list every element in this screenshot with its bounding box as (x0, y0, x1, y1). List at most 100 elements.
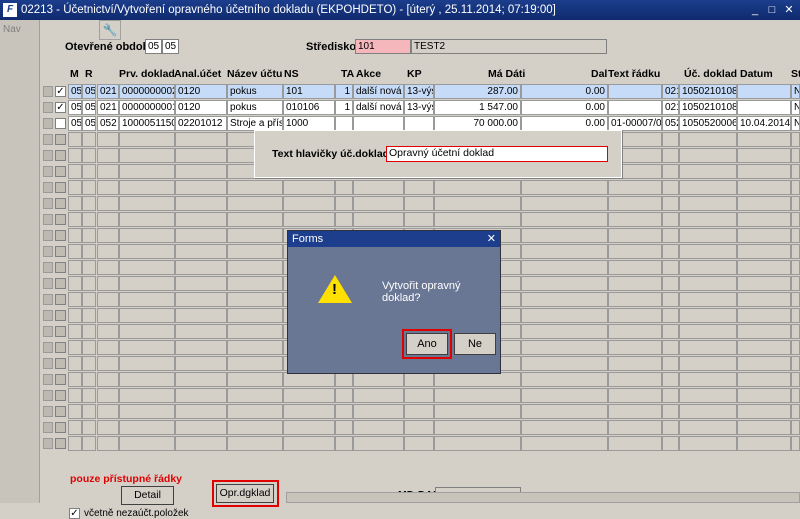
table-cell[interactable]: 01-00007/00( (608, 116, 662, 131)
table-cell[interactable]: 70 000.00 (434, 116, 521, 131)
table-cell[interactable] (283, 420, 335, 435)
table-cell[interactable]: 021 (97, 100, 119, 115)
table-cell[interactable] (227, 260, 283, 275)
row-indicator[interactable] (43, 198, 53, 209)
table-cell[interactable] (737, 212, 791, 227)
row-checkbox[interactable] (55, 198, 66, 209)
table-cell[interactable]: 0120 (175, 84, 227, 99)
table-cell[interactable]: Ne (791, 116, 800, 131)
table-cell[interactable] (97, 324, 119, 339)
table-cell[interactable] (404, 116, 434, 131)
table-cell[interactable] (68, 292, 82, 307)
table-cell[interactable] (175, 132, 227, 147)
table-cell[interactable]: Ne (791, 100, 800, 115)
row-indicator[interactable] (43, 294, 53, 305)
table-cell[interactable] (82, 292, 96, 307)
table-row[interactable] (41, 404, 800, 420)
row-indicator[interactable] (43, 102, 53, 113)
table-cell[interactable] (335, 420, 353, 435)
table-cell[interactable] (521, 324, 608, 339)
table-cell[interactable] (353, 212, 404, 227)
table-cell[interactable] (353, 420, 404, 435)
row-checkbox[interactable] (55, 294, 66, 305)
table-cell[interactable] (68, 404, 82, 419)
table-cell[interactable] (404, 196, 434, 211)
table-cell[interactable] (662, 196, 679, 211)
table-cell[interactable] (119, 164, 175, 179)
table-cell[interactable] (353, 372, 404, 387)
table-cell[interactable] (679, 260, 737, 275)
table-cell[interactable] (97, 436, 119, 451)
table-cell[interactable] (791, 196, 800, 211)
table-cell[interactable] (82, 388, 96, 403)
table-cell[interactable] (679, 180, 737, 195)
table-cell[interactable] (521, 292, 608, 307)
row-indicator[interactable] (43, 262, 53, 273)
maximize-icon[interactable]: □ (765, 3, 779, 17)
table-cell[interactable] (335, 116, 353, 131)
table-cell[interactable] (335, 436, 353, 451)
table-cell[interactable] (119, 212, 175, 227)
row-indicator[interactable] (43, 230, 53, 241)
table-cell[interactable] (335, 212, 353, 227)
table-cell[interactable] (82, 148, 96, 163)
table-cell[interactable]: 0000000002 (119, 84, 175, 99)
table-cell[interactable] (82, 420, 96, 435)
table-cell[interactable] (227, 196, 283, 211)
table-cell[interactable] (679, 228, 737, 243)
table-cell[interactable] (227, 420, 283, 435)
row-checkbox[interactable] (55, 214, 66, 225)
table-cell[interactable] (119, 228, 175, 243)
table-cell[interactable] (662, 324, 679, 339)
table-cell[interactable] (662, 212, 679, 227)
table-cell[interactable] (791, 420, 800, 435)
table-cell[interactable] (791, 212, 800, 227)
table-cell[interactable] (97, 196, 119, 211)
table-cell[interactable] (521, 420, 608, 435)
table-cell[interactable]: další nová (353, 100, 404, 115)
table-cell[interactable] (521, 244, 608, 259)
table-cell[interactable] (119, 132, 175, 147)
table-row[interactable]: ✓ 05 05 021 0000000002 0120 pokus 101 1 další nov… (41, 84, 800, 100)
table-cell[interactable]: 02201012 (175, 116, 227, 131)
table-cell[interactable] (791, 308, 800, 323)
table-cell[interactable] (791, 404, 800, 419)
row-checkbox[interactable] (55, 342, 66, 353)
table-cell[interactable] (662, 276, 679, 291)
table-cell[interactable] (737, 308, 791, 323)
row-indicator[interactable] (43, 118, 53, 129)
table-cell[interactable] (97, 164, 119, 179)
table-cell[interactable]: 052 (662, 116, 679, 131)
table-cell[interactable] (175, 276, 227, 291)
table-cell[interactable]: 021 (662, 100, 679, 115)
table-cell[interactable] (227, 228, 283, 243)
table-cell[interactable] (82, 132, 96, 147)
table-cell[interactable] (68, 244, 82, 259)
table-cell[interactable] (68, 164, 82, 179)
table-cell[interactable] (119, 436, 175, 451)
row-indicator[interactable] (43, 278, 53, 289)
table-cell[interactable] (68, 436, 82, 451)
table-cell[interactable] (737, 340, 791, 355)
table-cell[interactable]: 05 (68, 100, 82, 115)
table-cell[interactable] (97, 340, 119, 355)
table-cell[interactable] (82, 164, 96, 179)
table-cell[interactable] (68, 260, 82, 275)
row-checkbox[interactable] (55, 438, 66, 449)
table-cell[interactable] (521, 212, 608, 227)
table-cell[interactable] (82, 228, 96, 243)
row-checkbox[interactable] (55, 278, 66, 289)
table-cell[interactable] (82, 340, 96, 355)
table-cell[interactable]: 10.04.2014 (737, 116, 791, 131)
table-cell[interactable]: 1 547.00 (434, 100, 521, 115)
table-cell[interactable] (662, 340, 679, 355)
table-cell[interactable] (791, 164, 800, 179)
row-checkbox[interactable]: ✓ (55, 86, 66, 97)
table-cell[interactable] (608, 212, 662, 227)
table-cell[interactable] (679, 196, 737, 211)
table-cell[interactable] (521, 388, 608, 403)
row-indicator[interactable] (43, 182, 53, 193)
table-cell[interactable] (335, 404, 353, 419)
table-cell[interactable]: 0.00 (521, 84, 608, 99)
row-indicator[interactable] (43, 326, 53, 337)
